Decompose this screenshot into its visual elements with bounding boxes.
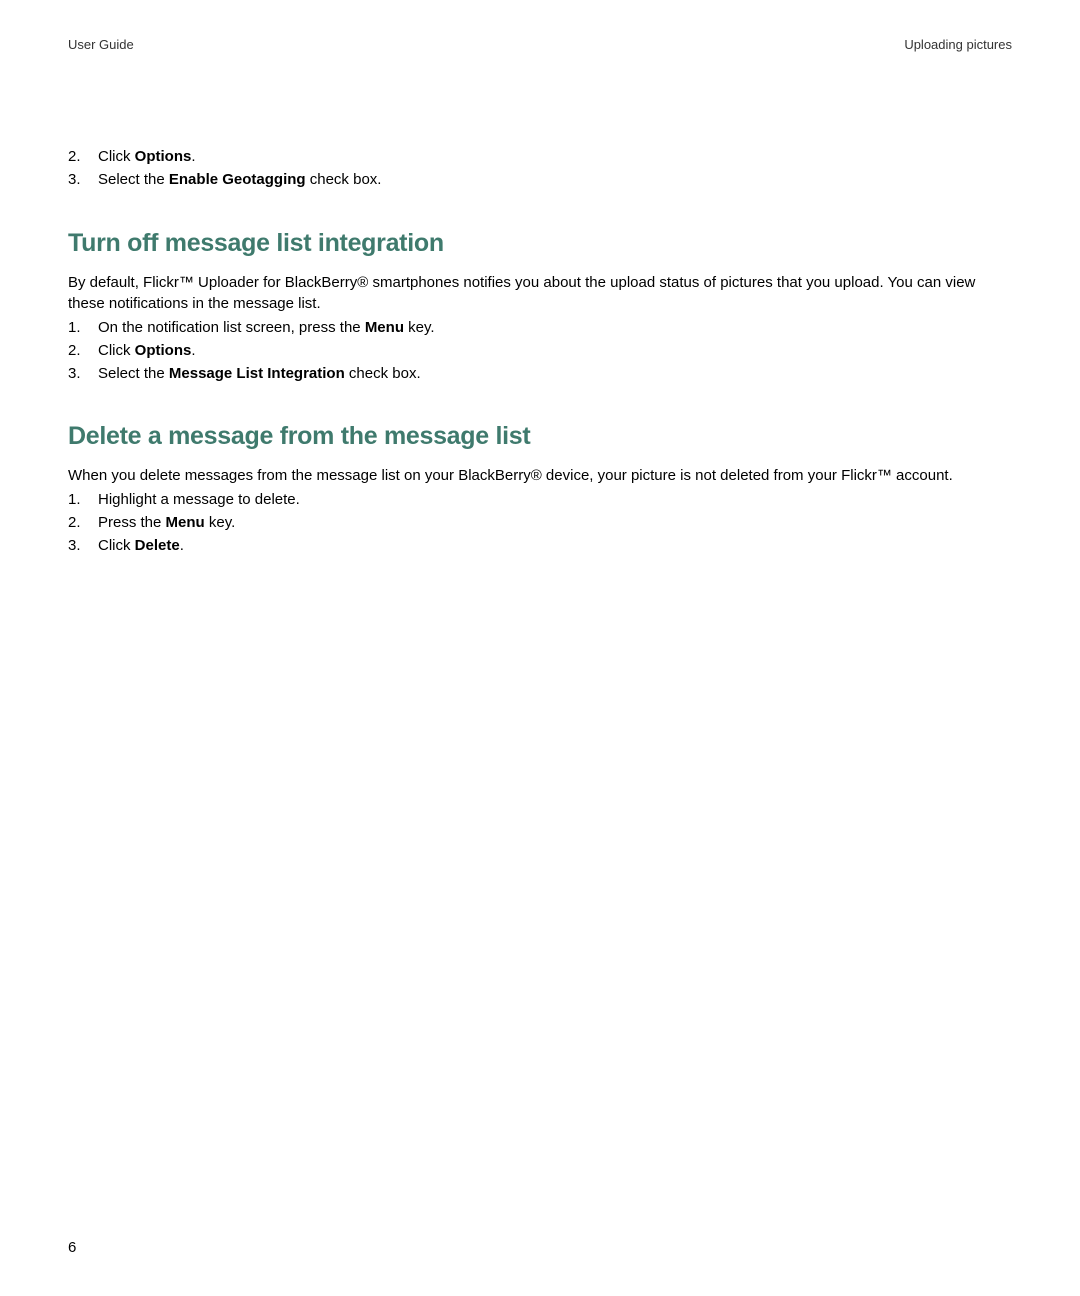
step-text: Select the Message List Integration chec…	[98, 363, 1012, 385]
step-text: Select the Enable Geotagging check box.	[98, 169, 1012, 191]
section1-body: By default, Flickr™ Uploader for BlackBe…	[68, 272, 1012, 316]
step-text: Click Delete.	[98, 535, 1012, 557]
step-text: On the notification list screen, press t…	[98, 317, 1012, 339]
step-number: 3.	[68, 169, 98, 191]
list-item: 2. Click Options.	[68, 146, 1012, 168]
section2-steps: 1. Highlight a message to delete. 2. Pre…	[68, 489, 1012, 556]
header-right: Uploading pictures	[904, 37, 1012, 52]
header-left: User Guide	[68, 37, 134, 52]
step-text: Press the Menu key.	[98, 512, 1012, 534]
section-heading-turn-off: Turn off message list integration	[68, 229, 1012, 258]
list-item: 1. On the notification list screen, pres…	[68, 317, 1012, 339]
step-number: 3.	[68, 363, 98, 385]
step-text: Click Options.	[98, 146, 1012, 168]
section1-steps: 1. On the notification list screen, pres…	[68, 317, 1012, 384]
step-number: 2.	[68, 512, 98, 534]
step-number: 3.	[68, 535, 98, 557]
step-number: 2.	[68, 146, 98, 168]
list-item: 3. Click Delete.	[68, 535, 1012, 557]
page-number: 6	[68, 1239, 76, 1256]
list-item: 2. Click Options.	[68, 340, 1012, 362]
step-text: Click Options.	[98, 340, 1012, 362]
section-heading-delete: Delete a message from the message list	[68, 422, 1012, 451]
page-header: User Guide Uploading pictures	[68, 37, 1012, 52]
list-item: 2. Press the Menu key.	[68, 512, 1012, 534]
intro-steps: 2. Click Options. 3. Select the Enable G…	[68, 146, 1012, 191]
step-number: 1.	[68, 317, 98, 339]
step-number: 2.	[68, 340, 98, 362]
section2-body: When you delete messages from the messag…	[68, 465, 1012, 487]
list-item: 1. Highlight a message to delete.	[68, 489, 1012, 511]
list-item: 3. Select the Message List Integration c…	[68, 363, 1012, 385]
list-item: 3. Select the Enable Geotagging check bo…	[68, 169, 1012, 191]
step-number: 1.	[68, 489, 98, 511]
step-text: Highlight a message to delete.	[98, 489, 1012, 511]
